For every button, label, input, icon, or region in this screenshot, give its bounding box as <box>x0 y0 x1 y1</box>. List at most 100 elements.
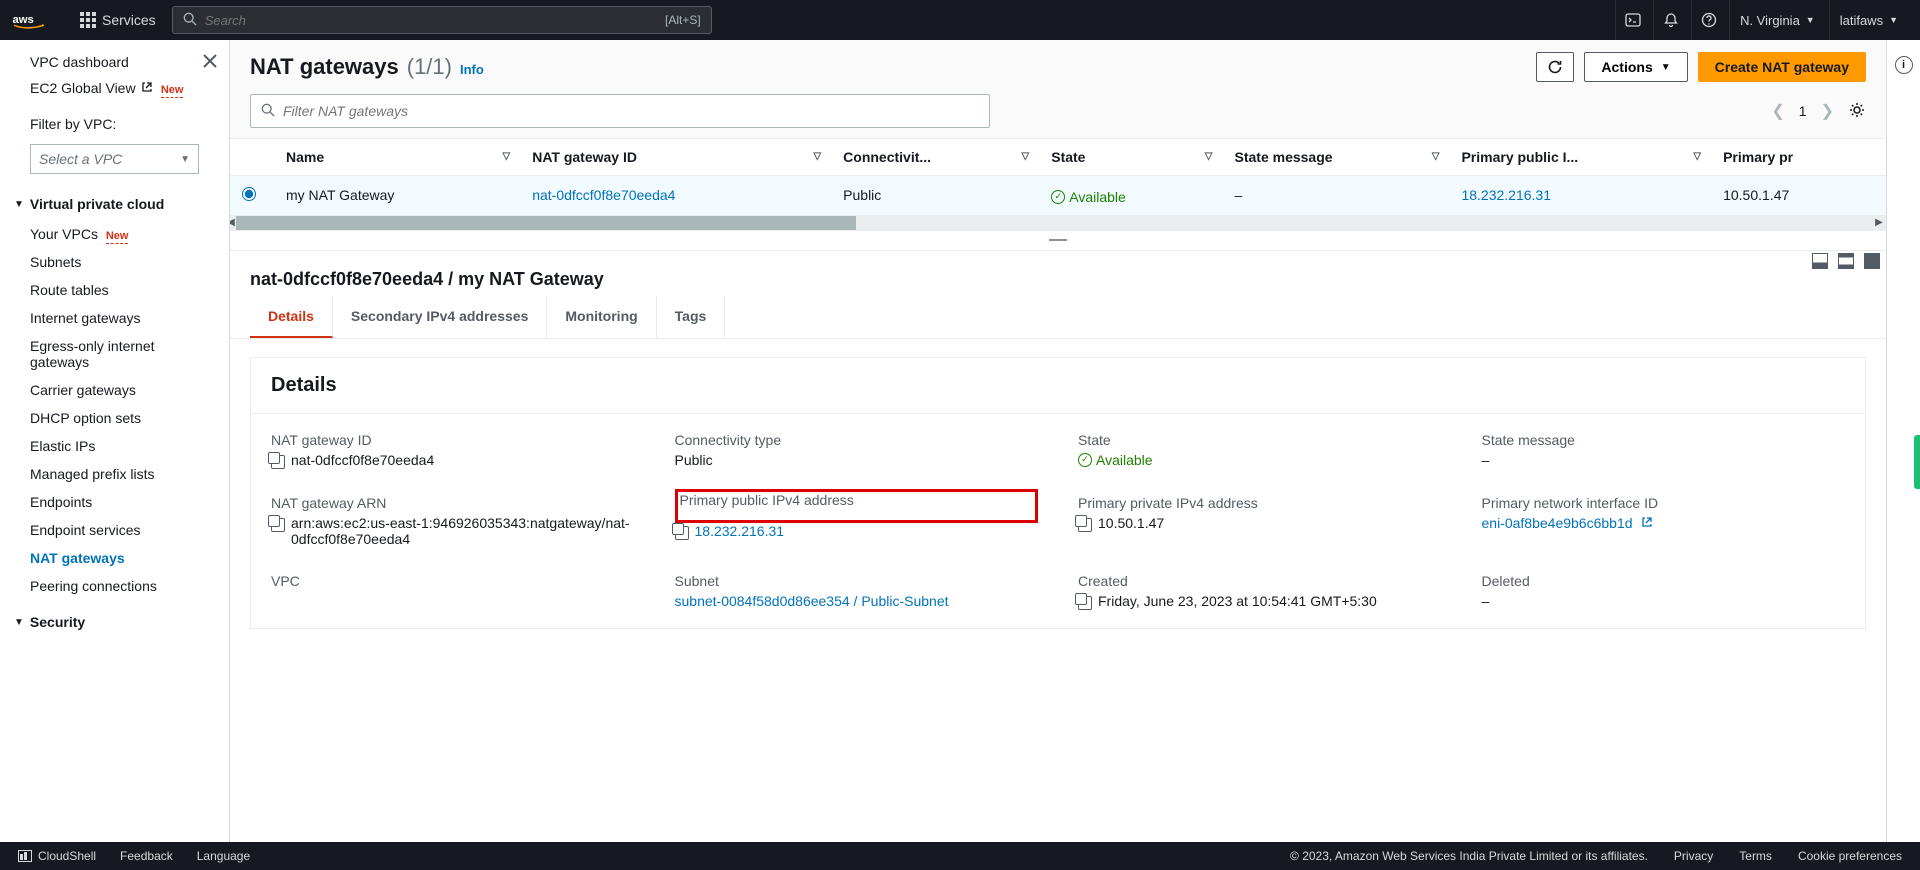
filter-caret-icon[interactable]: ▽ <box>813 151 821 162</box>
field-vpc: VPC <box>271 573 635 610</box>
field-label: Subnet <box>675 573 1039 589</box>
field-value-link[interactable]: eni-0af8be4e9b6c6bb1d <box>1482 515 1633 531</box>
settings-button[interactable] <box>1848 101 1866 122</box>
region-dropdown[interactable]: N. Virginia ▼ <box>1729 0 1825 40</box>
feedback-handle[interactable] <box>1914 435 1920 489</box>
sidebar-item-dhcp-option-sets[interactable]: DHCP option sets <box>0 404 229 432</box>
svg-text:aws: aws <box>13 14 34 26</box>
cell-public-ip-link[interactable]: 18.232.216.31 <box>1461 187 1551 203</box>
scrollbar-thumb[interactable] <box>236 216 856 230</box>
chevron-down-icon: ▼ <box>1806 15 1815 25</box>
sidebar-section-vpc[interactable]: ▼ Virtual private cloud <box>0 188 229 220</box>
sidebar-item-peering-connections[interactable]: Peering connections <box>0 572 229 600</box>
col-public-ip[interactable]: Primary public I...▽ <box>1449 139 1711 176</box>
language-link[interactable]: Language <box>197 849 250 863</box>
details-breadcrumb: nat-0dfccf0f8e70eeda4 / my NAT Gateway <box>230 251 1886 296</box>
scroll-right-icon[interactable]: ▶ <box>1872 216 1886 230</box>
global-search-input[interactable] <box>205 13 665 28</box>
chevron-down-icon: ▼ <box>14 199 24 210</box>
filter-caret-icon[interactable]: ▽ <box>1432 151 1440 162</box>
sidebar-item-elastic-ips[interactable]: Elastic IPs <box>0 432 229 460</box>
sidebar-item-your-vpcs[interactable]: Your VPCs New <box>0 220 229 248</box>
filter-caret-icon[interactable]: ▽ <box>1205 151 1213 162</box>
info-link[interactable]: Info <box>460 62 484 77</box>
cloudshell-icon[interactable] <box>1615 0 1649 40</box>
create-nat-gateway-button[interactable]: Create NAT gateway <box>1698 52 1866 82</box>
aws-logo[interactable]: aws <box>12 11 58 29</box>
refresh-button[interactable] <box>1536 52 1574 82</box>
col-id[interactable]: NAT gateway ID▽ <box>520 139 831 176</box>
row-radio[interactable] <box>242 187 256 201</box>
new-badge: New <box>106 230 129 244</box>
grip-icon <box>1049 239 1067 241</box>
sidebar-item-endpoints[interactable]: Endpoints <box>0 488 229 516</box>
vpc-dashboard-link[interactable]: VPC dashboard <box>30 54 213 70</box>
field-label: State <box>1078 432 1442 448</box>
vpc-select[interactable]: Select a VPC ▼ <box>30 144 199 174</box>
tab-tags[interactable]: Tags <box>657 296 726 338</box>
cell-id-link[interactable]: nat-0dfccf0f8e70eeda4 <box>532 187 675 203</box>
sidebar-item-subnets[interactable]: Subnets <box>0 248 229 276</box>
services-button[interactable]: Services <box>74 8 162 32</box>
field-state: State ✓Available <box>1078 432 1442 469</box>
field-value: 10.50.1.47 <box>1098 515 1164 531</box>
tab-monitoring[interactable]: Monitoring <box>547 296 656 338</box>
tab-details[interactable]: Details <box>250 296 333 338</box>
horizontal-scrollbar[interactable]: ◀ ▶ <box>230 216 1886 230</box>
info-icon[interactable]: i <box>1895 56 1913 74</box>
sidebar-item-carrier-gateways[interactable]: Carrier gateways <box>0 376 229 404</box>
privacy-link[interactable]: Privacy <box>1674 849 1713 863</box>
global-search[interactable]: [Alt+S] <box>172 6 712 34</box>
terms-link[interactable]: Terms <box>1739 849 1772 863</box>
help-icon[interactable] <box>1691 0 1725 40</box>
copy-icon[interactable] <box>675 526 689 540</box>
cell-state-message: – <box>1223 176 1450 216</box>
col-private-ip[interactable]: Primary pr <box>1711 139 1886 176</box>
cell-private-ip: 10.50.1.47 <box>1711 176 1886 216</box>
filter-caret-icon[interactable]: ▽ <box>1022 151 1030 162</box>
next-page-button[interactable]: ❯ <box>1821 101 1834 121</box>
prev-page-button[interactable]: ❮ <box>1771 101 1784 121</box>
close-sidebar-icon[interactable] <box>203 54 217 71</box>
cookie-link[interactable]: Cookie preferences <box>1798 849 1902 863</box>
layout-icon-3[interactable] <box>1864 253 1880 269</box>
tab-secondary-ipv4[interactable]: Secondary IPv4 addresses <box>333 296 547 338</box>
sidebar-item-egress-gateways[interactable]: Egress-only internet gateways <box>0 332 229 376</box>
filter-input[interactable] <box>250 94 990 128</box>
filter-caret-icon[interactable]: ▽ <box>503 151 511 162</box>
filter-text-input[interactable] <box>283 103 979 119</box>
col-name[interactable]: Name▽ <box>274 139 520 176</box>
field-connectivity-type: Connectivity type Public <box>675 432 1039 469</box>
sidebar-item-internet-gateways[interactable]: Internet gateways <box>0 304 229 332</box>
filter-caret-icon[interactable]: ▽ <box>1693 151 1701 162</box>
sidebar-item-managed-prefix-lists[interactable]: Managed prefix lists <box>0 460 229 488</box>
search-shortcut: [Alt+S] <box>665 13 701 27</box>
pane-splitter[interactable] <box>230 231 1886 251</box>
layout-icon-1[interactable] <box>1812 253 1828 269</box>
layout-icon-2[interactable] <box>1838 253 1854 269</box>
user-dropdown[interactable]: latifaws ▼ <box>1829 0 1908 40</box>
cloudshell-button[interactable]: CloudShell <box>18 849 96 863</box>
sidebar-item-route-tables[interactable]: Route tables <box>0 276 229 304</box>
feedback-link[interactable]: Feedback <box>120 849 173 863</box>
field-value-link[interactable]: 18.232.216.31 <box>695 523 785 539</box>
col-state-message[interactable]: State message▽ <box>1223 139 1450 176</box>
sidebar-section-security[interactable]: ▼ Security <box>0 606 229 638</box>
ec2-global-view-link[interactable]: EC2 Global View New <box>30 80 213 96</box>
copy-icon[interactable] <box>1078 518 1092 532</box>
sidebar-item-endpoint-services[interactable]: Endpoint services <box>0 516 229 544</box>
field-created: Created Friday, June 23, 2023 at 10:54:4… <box>1078 573 1442 610</box>
table-row[interactable]: my NAT Gateway nat-0dfccf0f8e70eeda4 Pub… <box>230 176 1886 216</box>
sidebar-item-nat-gateways[interactable]: NAT gateways <box>0 544 229 572</box>
copy-icon[interactable] <box>271 518 285 532</box>
page-title: NAT gateways (1/1) Info <box>250 54 484 80</box>
section-label: Virtual private cloud <box>30 196 164 212</box>
col-state[interactable]: State▽ <box>1039 139 1222 176</box>
notifications-icon[interactable] <box>1653 0 1687 40</box>
field-value-link[interactable]: subnet-0084f58d0d86ee354 / Public-Subnet <box>675 593 949 609</box>
sidebar: VPC dashboard EC2 Global View New Filter… <box>0 40 230 842</box>
actions-button[interactable]: Actions ▼ <box>1584 52 1687 82</box>
copy-icon[interactable] <box>1078 596 1092 610</box>
col-connectivity[interactable]: Connectivit...▽ <box>831 139 1039 176</box>
copy-icon[interactable] <box>271 455 285 469</box>
